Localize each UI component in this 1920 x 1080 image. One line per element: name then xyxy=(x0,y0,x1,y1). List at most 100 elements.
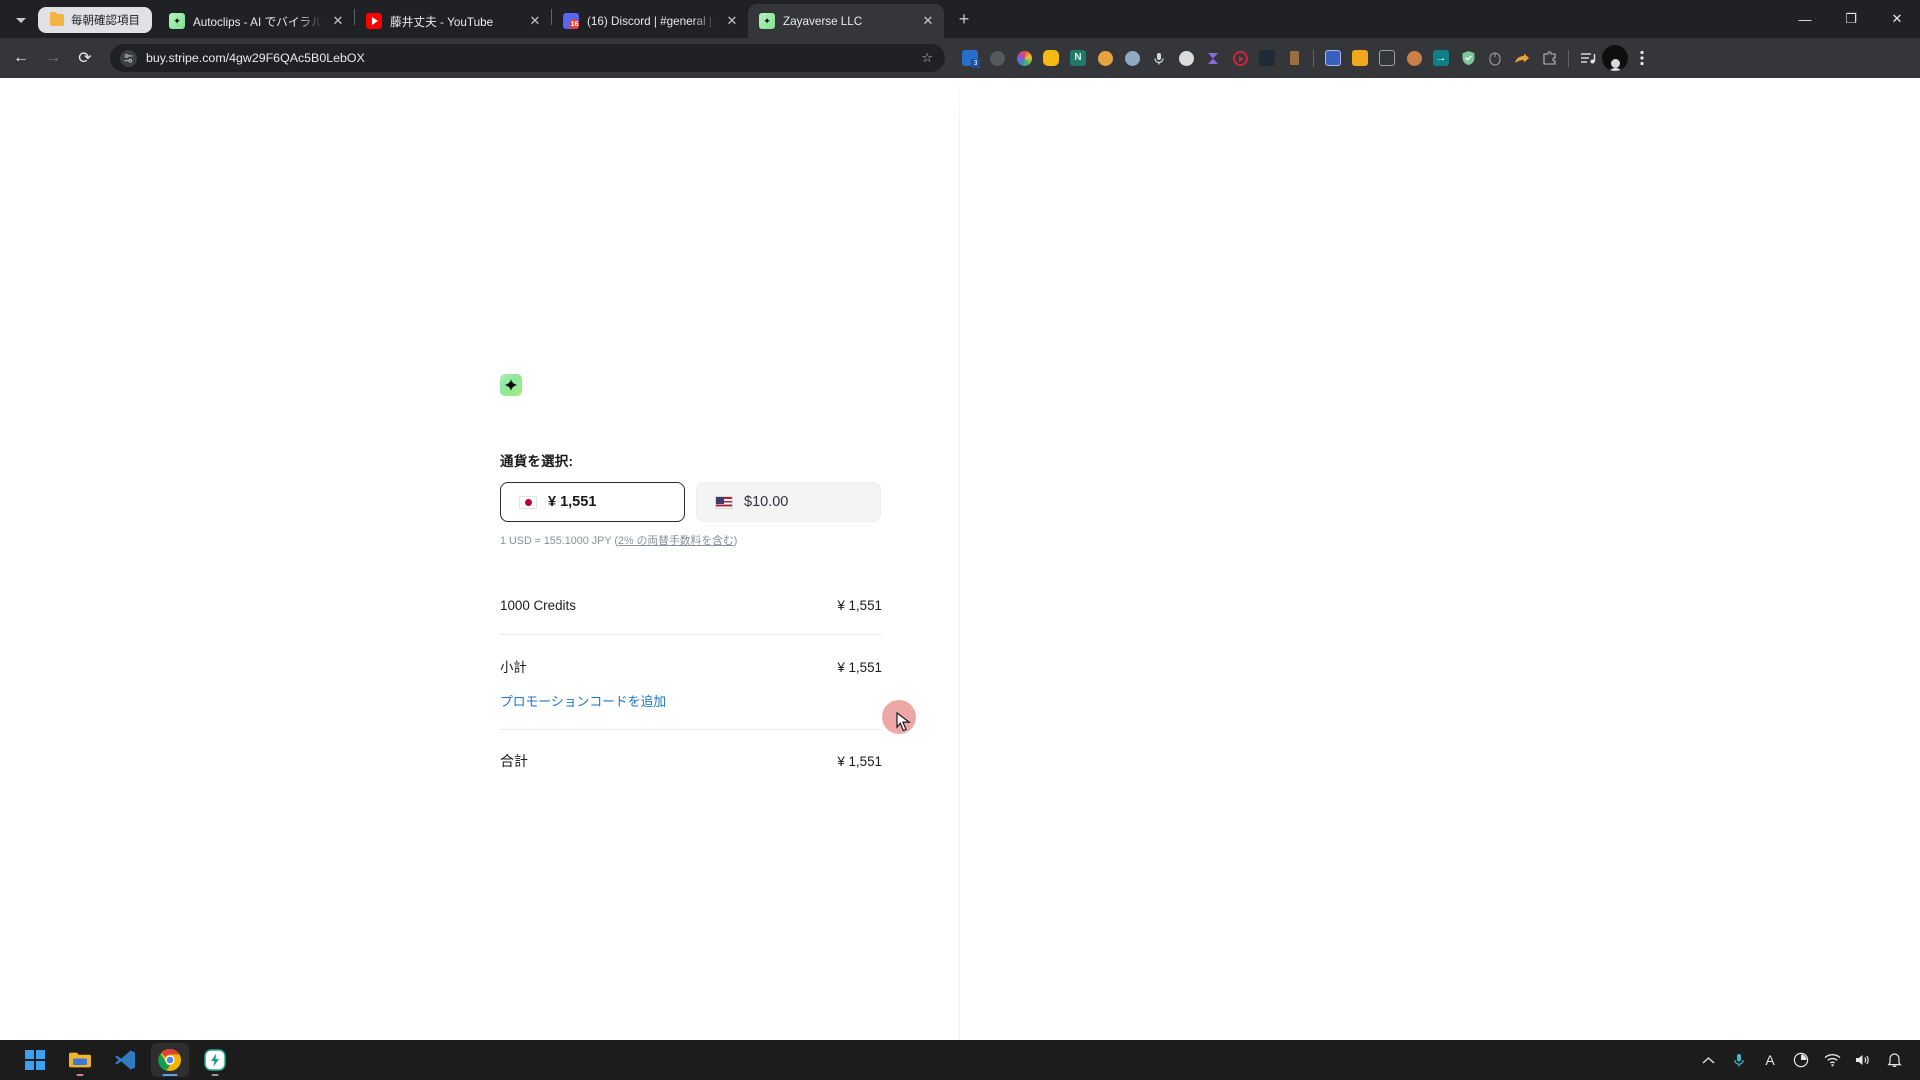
close-window-button[interactable]: ✕ xyxy=(1874,2,1920,36)
reload-button[interactable]: ⟳ xyxy=(70,43,100,73)
show-hidden-icons-button[interactable] xyxy=(1694,1045,1722,1075)
lightning-icon xyxy=(204,1049,226,1071)
recycle-extension[interactable] xyxy=(984,45,1010,71)
order-summary-panel: 通貨を選択: ¥ 1,551 $10.00 1 USD ≈ 155.1000 J… xyxy=(0,78,960,1080)
subtotal-label: 小計 xyxy=(500,660,527,675)
tab-title: (16) Discord | #general | Autocli xyxy=(587,14,716,28)
new-tab-button[interactable]: + xyxy=(950,6,978,34)
tab-zayaverse-llc[interactable]: ✦ Zayaverse LLC ✕ xyxy=(748,4,944,38)
mouse-cursor xyxy=(896,712,911,732)
running-indicator xyxy=(211,1073,219,1076)
site-settings-icon[interactable] xyxy=(120,49,137,67)
cookie-extension[interactable] xyxy=(1401,45,1427,71)
youtube-icon xyxy=(366,13,382,29)
running-indicator xyxy=(76,1073,84,1076)
minimize-button[interactable]: — xyxy=(1782,2,1828,36)
bookmark-pill-label: 毎朝確認項目 xyxy=(71,15,140,27)
sidebar-extension[interactable] xyxy=(1320,45,1346,71)
vs-code-button[interactable] xyxy=(106,1043,144,1077)
monkey-extension[interactable] xyxy=(1092,45,1118,71)
magnifier-extension[interactable] xyxy=(1119,45,1145,71)
currency-amount: $10.00 xyxy=(744,494,789,510)
browser-window: 毎朝確認項目 ✦ Autoclips - AI でバイラルショート動 ✕ 藤井丈… xyxy=(0,0,1920,1080)
pocket-badge: 3 xyxy=(971,59,980,68)
shield-check-extension[interactable] xyxy=(1455,45,1481,71)
tab-close-icon[interactable]: ✕ xyxy=(724,13,740,29)
window-controls: — ❐ ✕ xyxy=(1782,0,1920,38)
frame-extension[interactable] xyxy=(1374,45,1400,71)
google-chrome-button[interactable] xyxy=(151,1043,189,1077)
tab-title: 藤井丈夫 - YouTube xyxy=(390,15,494,29)
vscode-icon xyxy=(115,1050,135,1070)
windows-logo-icon xyxy=(24,1049,46,1071)
star-icon[interactable]: ☆ xyxy=(921,50,933,66)
start-button[interactable] xyxy=(16,1043,54,1077)
sparkle-logo xyxy=(500,374,522,396)
ime-icon[interactable]: A xyxy=(1756,1045,1784,1075)
chevron-down-icon xyxy=(16,17,26,23)
discord-unread-badge: 16 xyxy=(569,19,579,29)
discord-icon: 16 xyxy=(563,13,579,29)
color-wheel-extension[interactable] xyxy=(1011,45,1037,71)
hourglass-extension[interactable] xyxy=(1200,45,1226,71)
volume-icon[interactable] xyxy=(1849,1045,1877,1075)
back-button[interactable]: ← xyxy=(6,43,36,73)
playlist-icon[interactable] xyxy=(1575,45,1601,71)
currency-selector: ¥ 1,551 $10.00 xyxy=(500,482,882,522)
browser-toolbar: ← → ⟳ buy.stripe.com/4gw29F6QAc5B0LebOX … xyxy=(0,38,1920,78)
wifi-icon[interactable] xyxy=(1818,1045,1846,1075)
honey-extension[interactable] xyxy=(1038,45,1064,71)
ime-mode-icon[interactable] xyxy=(1787,1045,1815,1075)
japan-flag-icon xyxy=(519,495,537,509)
tab-title: Autoclips - AI でバイラルショート動 xyxy=(193,15,322,29)
currency-option-jpy[interactable]: ¥ 1,551 xyxy=(500,482,685,522)
address-bar[interactable]: buy.stripe.com/4gw29F6QAc5B0LebOX ☆ xyxy=(110,44,945,72)
zayaverse-sparkle-icon: ✦ xyxy=(759,13,775,29)
tab-strip: 毎朝確認項目 ✦ Autoclips - AI でバイラルショート動 ✕ 藤井丈… xyxy=(0,0,1920,38)
notifications-icon[interactable] xyxy=(1880,1045,1908,1075)
bookmark-extension[interactable] xyxy=(1281,45,1307,71)
avatar xyxy=(1606,58,1624,71)
file-explorer-button[interactable] xyxy=(61,1043,99,1077)
microphone-extension[interactable] xyxy=(1146,45,1172,71)
tab-search-button[interactable] xyxy=(4,0,38,38)
maximize-button[interactable]: ❐ xyxy=(1828,2,1874,36)
total-label: 合計 xyxy=(500,753,528,769)
notion-extension[interactable]: N xyxy=(1065,45,1091,71)
puzzle-extension[interactable] xyxy=(1536,45,1562,71)
tab-youtube[interactable]: 藤井丈夫 - YouTube ✕ xyxy=(355,4,551,38)
bookmark-pill-morning-checklist[interactable]: 毎朝確認項目 xyxy=(38,7,152,33)
tab-autoclips[interactable]: ✦ Autoclips - AI でバイラルショート動 ✕ xyxy=(158,4,354,38)
share-arrow-extension[interactable] xyxy=(1509,45,1535,71)
system-tray: A xyxy=(1694,1045,1908,1075)
bolt-app-button[interactable] xyxy=(196,1043,234,1077)
add-promotion-code-link[interactable]: プロモーションコードを追加 xyxy=(500,691,666,710)
total-amount: ¥ 1,551 xyxy=(837,754,882,769)
chrome-icon xyxy=(158,1048,181,1071)
windows-taskbar: A xyxy=(0,1040,1920,1080)
forward-button[interactable]: → xyxy=(38,43,68,73)
zayaverse-sparkle-icon: ✦ xyxy=(169,13,185,29)
url-text[interactable]: buy.stripe.com/4gw29F6QAc5B0LebOX xyxy=(146,51,912,65)
kebab-menu-icon[interactable] xyxy=(1629,45,1655,71)
fx-prefix: 1 USD ≈ 155.1000 JPY ( xyxy=(500,535,618,547)
currency-option-usd[interactable]: $10.00 xyxy=(696,482,881,522)
currency-select-label: 通貨を選択: xyxy=(500,454,574,469)
usa-flag-icon xyxy=(715,495,733,509)
mouse-extension[interactable] xyxy=(1482,45,1508,71)
pocket-extension[interactable]: 3 xyxy=(957,45,983,71)
tab-close-icon[interactable]: ✕ xyxy=(330,13,346,29)
tab-discord[interactable]: 16 (16) Discord | #general | Autocli ✕ xyxy=(552,4,748,38)
orange-disc-extension[interactable] xyxy=(1347,45,1373,71)
record-extension[interactable] xyxy=(1227,45,1253,71)
arrow-right-extension[interactable]: → xyxy=(1428,45,1454,71)
avatar-icon[interactable] xyxy=(1602,45,1628,71)
microphone-icon[interactable] xyxy=(1725,1045,1753,1075)
extensions-tray: 3 N → xyxy=(957,45,1655,71)
total-row: 合計 ¥ 1,551 xyxy=(500,751,882,771)
panel-extension[interactable] xyxy=(1254,45,1280,71)
tab-close-icon[interactable]: ✕ xyxy=(920,13,936,29)
tab-close-icon[interactable]: ✕ xyxy=(527,13,543,29)
fx-fee-link[interactable]: 2% の両替手数料を含む xyxy=(618,535,734,547)
robot-extension[interactable] xyxy=(1173,45,1199,71)
